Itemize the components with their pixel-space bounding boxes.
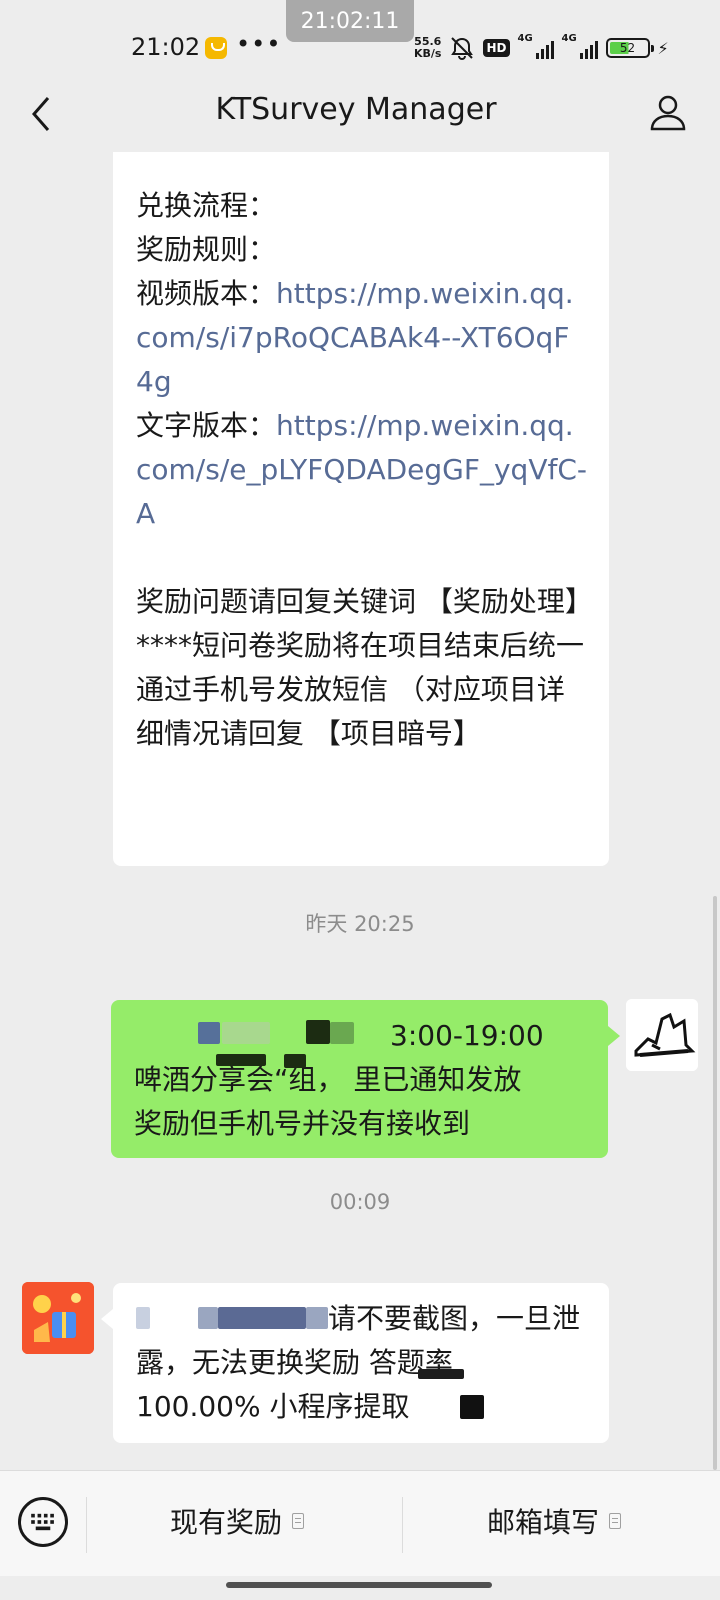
message-line: 兑换流程： [136,189,277,222]
network-speed-unit: KB/s [414,47,442,60]
chat-message-list[interactable]: 兑换流程： 奖励规则： 视频版本：https://mp.weixin.qq.co… [0,152,720,1470]
menu-divider [402,1497,403,1553]
video-label: 视频版本： [136,277,277,310]
redacted-block [198,1307,218,1329]
signal-strength-2-icon: 4G [562,33,598,59]
message-line: 3:00-19:00 [134,1014,586,1058]
message-line: 露，无法更换奖励 答题率 [136,1341,587,1385]
scrollbar-thumb[interactable] [713,896,717,1470]
profile-person-icon[interactable] [648,92,688,132]
battery-icon: 52 [605,38,654,58]
status-indicators: 55.6 KB/s HD 4G 4G 52 ⚡ [414,33,669,63]
text-label: 文字版本： [136,409,277,442]
more-notifications-icon: ••• [236,30,282,58]
redacted-block [460,1395,484,1419]
message-text: 露，无法更换奖励 答题率 [136,1346,453,1379]
menu-item-label: 邮箱填写 [487,1506,600,1539]
text-link-row: 文字版本：https://mp.weixin.qq.com/s/e_pLYFQD… [136,404,587,536]
redacted-block [330,1022,354,1044]
menu-current-rewards[interactable]: 现有奖励 [170,1501,305,1541]
message-text: 3:00-19:00 [390,1019,544,1052]
message-timestamp: 昨天 20:25 [305,912,415,936]
message-timestamp: 00:09 [329,1190,391,1214]
keyboard-icon [31,1513,54,1531]
menu-divider [86,1497,87,1553]
status-time: 21:02 [131,33,201,61]
message-text: 啤酒分享会“组， 里已通知发放 [134,1063,522,1096]
message-line: 请不要截图，一旦泄 [136,1297,587,1341]
redacted-block [198,1022,220,1044]
redacted-block [306,1020,330,1044]
screen-recording-timer: 21:02:11 [286,0,414,42]
mute-bell-icon [449,36,475,60]
my-avatar[interactable] [626,999,698,1071]
redacted-block [136,1307,150,1329]
message-paragraph: ****短问卷奖励将在项目结束后统一通过手机号发放短信 （对应项目详细情况请回复… [136,629,585,750]
chat-title: KTSurvey Manager [215,92,497,127]
hd-voice-badge: HD [483,39,510,57]
redacted-block [222,1022,270,1044]
message-text: 请不要截图，一旦泄 [328,1302,581,1335]
bottom-menu-bar: 现有奖励 邮箱填写 [0,1470,720,1576]
charging-bolt-icon: ⚡ [657,38,669,58]
message-text: 100.00% 小程序提取 [136,1390,410,1423]
home-indicator[interactable] [226,1582,492,1588]
keyboard-toggle-button[interactable] [18,1497,68,1547]
menu-item-label: 现有奖励 [170,1506,283,1539]
document-icon [292,1513,305,1529]
redacted-block [218,1307,306,1329]
signal1-label: 4G [517,33,533,44]
network-speed: 55.6 KB/s [414,36,441,60]
message-line: 啤酒分享会“组， 里已通知发放 [134,1054,586,1102]
app-notification-icon [205,37,227,59]
message-line: 奖励规则： [136,233,277,266]
redacted-block [216,1054,266,1066]
redacted-block [306,1307,328,1329]
menu-email-fill[interactable]: 邮箱填写 [487,1501,622,1541]
message-bubble-received[interactable]: 请不要截图，一旦泄 露，无法更换奖励 答题率 100.00% 小程序提取 [101,1283,609,1443]
battery-level: 52 [609,42,646,54]
message-line: 奖励但手机号并没有接收到 [134,1107,471,1140]
signal-strength-1-icon: 4G [518,33,554,59]
signal2-label: 4G [561,33,577,44]
redacted-block [418,1369,464,1379]
message-bubble-sent[interactable]: 3:00-19:00 啤酒分享会“组， 里已通知发放 奖励但手机号并没有接收到 [111,1000,620,1158]
message-paragraph: 奖励问题请回复关键词 【奖励处理】 [136,585,593,618]
message-line: 100.00% 小程序提取 [136,1385,587,1429]
sender-avatar[interactable] [22,1282,94,1354]
redacted-block [284,1054,306,1068]
video-link-row: 视频版本：https://mp.weixin.qq.com/s/i7pRoQCA… [136,272,587,404]
message-bubble-received[interactable]: 兑换流程： 奖励规则： 视频版本：https://mp.weixin.qq.co… [113,152,609,866]
document-icon [609,1513,622,1529]
nav-bar: KTSurvey Manager [0,80,720,152]
